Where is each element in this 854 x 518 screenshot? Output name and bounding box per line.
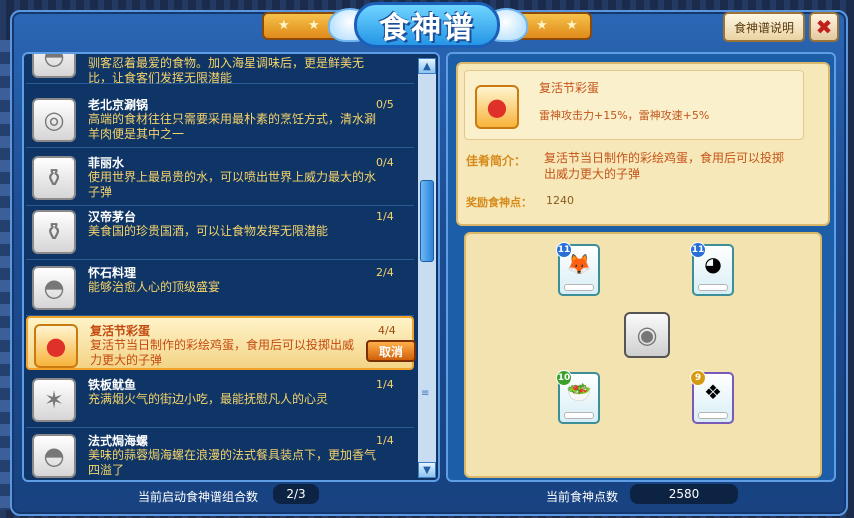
egg-plate-icon: ◉ [624,312,670,358]
recipe-desc: 使用世界上最昂贵的水，可以喷出世界上威力最大的水子弹 [88,170,377,199]
escargot-icon: ◓ [32,434,76,478]
recipe-item[interactable]: ◎ 老北京涮锅 0/5 高端的食材往往只需要采用最朴素的烹饪方式，清水涮羊肉便是… [26,92,414,148]
fox-food-icon: 🦊 [566,252,592,276]
recipe-name: 菲丽水 [88,156,125,170]
slot-bar [698,412,728,419]
slot-bar [698,284,728,291]
recipe-desc: 充满烟火气的街边小吃，最能抚慰凡人的心灵 [88,392,329,406]
title-banner: ★ ★ ★ ★ 食神谱 [262,2,592,50]
description-text: 复活节当日制作的彩绘鸡蛋，食用后可以投掷出威力更大的子弹 [544,151,785,181]
hotpot-icon: ◎ [32,98,76,142]
title-plate: 食神谱 [354,2,500,48]
close-button[interactable]: ✖ [809,12,839,42]
reward-points-label: 奖励食神点： [466,196,532,209]
description-label: 佳肴简介： [466,154,527,168]
recipe-count: 0/5 [376,98,394,111]
blue-creature-food-icon: ◕ [704,252,722,276]
recipe-desc: 能够治愈人心的顶级盛宴 [88,280,221,294]
recipe-detail-panel: ● 复活节彩蛋 雷神攻击力+15%，雷神攻速+5% 佳肴简介： 复活节当日制作的… [446,52,836,482]
star-icon: ★ [278,18,290,33]
recipe-item[interactable]: ◓ 怀石料理 2/4 能够治愈人心的顶级盛宴 [26,260,414,316]
recipe-desc: 复活节当日制作的彩绘鸡蛋，食用后可以投掷出威力更大的子弹 [90,338,355,367]
liquor-icon: ⚱ [32,210,76,254]
ingredient-combo-area: 11 🦊 11 ◕ ◉ 10 🥗 9 ❖ [464,232,822,478]
recipe-item-selected[interactable]: ● 复活节彩蛋 4/4 复活节当日制作的彩绘鸡蛋，食用后可以投掷出威力更大的子弹… [26,316,416,370]
recipe-list: ◓ 驯客忍着最爱的食物。加入海星调味后，更是鲜美无比，让食客们发挥无限潜能 ◎ … [24,54,416,480]
cancel-button[interactable]: 取消 [366,340,416,362]
ingredient-slot[interactable]: 11 ◕ [690,242,734,296]
squid-icon: ✶ [32,378,76,422]
detail-effect: 雷神攻击力+15%，雷神攻速+5% [539,109,710,122]
easter-egg-icon: ● [475,85,519,129]
list-scrollbar[interactable]: ▲ ≡ ▼ [418,58,436,478]
recipe-name: 法式焗海螺 [88,434,149,448]
detail-recipe-name: 复活节彩蛋 [539,81,600,95]
recipe-desc: 美味的蒜蓉焗海螺在浪漫的法式餐具装点下，更加香气四溢了 [88,448,377,477]
recipe-desc: 高端的食材往往只需要采用最朴素的烹饪方式，清水涮羊肉便是其中之一 [88,112,377,141]
easter-egg-icon: ● [34,324,78,368]
recipe-count: 1/4 [376,434,394,447]
active-combos-value: 2/3 [273,484,319,504]
recipe-name: 怀石料理 [88,266,137,280]
current-points-value: 2580 [630,484,738,504]
recipe-info-card: ● 复活节彩蛋 雷神攻击力+15%，雷神攻速+5% 佳肴简介： 复活节当日制作的… [456,62,830,226]
reward-points-value: 1240 [546,194,574,207]
recipe-item[interactable]: ✶ 铁板鱿鱼 1/4 充满烟火气的街边小吃，最能抚慰凡人的心灵 [26,372,414,428]
recipe-item[interactable]: ⚱ 菲丽水 0/4 使用世界上最昂贵的水，可以喷出世界上威力最大的水子弹 [26,150,414,206]
ingredient-slot[interactable]: 9 ❖ [690,370,734,424]
close-icon: ✖ [815,15,833,39]
water-bottle-icon: ⚱ [32,156,76,200]
slot-bar [564,284,594,291]
recipe-count: 2/4 [376,266,394,279]
scroll-down-icon[interactable]: ▼ [418,462,436,478]
star-icon: ★ [308,18,320,33]
recipe-desc: 美食国的珍贵国酒，可以让食物发挥无限潜能 [88,224,329,238]
bowl-icon: ◓ [32,54,76,78]
recipe-name: 老北京涮锅 [88,98,149,112]
recipe-count: 0/4 [376,156,394,169]
ingredient-slot[interactable]: 10 🥗 [556,370,600,424]
scroll-up-icon[interactable]: ▲ [418,58,436,74]
ingredient-slot[interactable]: 11 🦊 [556,242,600,296]
help-button[interactable]: 食神谱说明 [723,12,805,42]
current-points-label: 当前食神点数 [546,490,619,504]
recipe-desc: 驯客忍着最爱的食物。加入海星调味后，更是鲜美无比，让食客们发挥无限潜能 [88,56,365,85]
recipe-name: 铁板鱿鱼 [88,378,137,392]
recipe-name: 汉帝茅台 [88,210,137,224]
recipe-list-panel: ◓ 驯客忍着最爱的食物。加入海星调味后，更是鲜美无比，让食客们发挥无限潜能 ◎ … [22,52,440,482]
recipe-item[interactable]: ⚱ 汉帝茅台 1/4 美食国的珍贵国酒，可以让食物发挥无限潜能 [26,204,414,260]
recipe-count: 1/4 [376,378,394,391]
recipe-info-header: ● 复活节彩蛋 雷神攻击力+15%，雷神攻速+5% [464,70,804,140]
recipe-name: 复活节彩蛋 [90,324,151,338]
slot-bar [564,412,594,419]
recipe-count: 4/4 [378,324,396,337]
recipe-count: 1/4 [376,210,394,223]
kaiseki-icon: ◓ [32,266,76,310]
scroll-grip-icon: ≡ [421,388,430,399]
recipe-item[interactable]: ◓ 驯客忍着最爱的食物。加入海星调味后，更是鲜美无比，让食客们发挥无限潜能 [26,54,414,85]
star-icon: ★ [566,18,578,33]
salad-food-icon: 🥗 [566,380,592,404]
jelly-food-icon: ❖ [704,380,722,404]
star-icon: ★ [536,18,548,33]
page-title: 食神谱 [379,11,475,46]
scroll-thumb[interactable] [420,180,434,262]
active-combos-label: 当前启动食神谱组合数 [138,490,259,504]
recipe-item[interactable]: ◓ 法式焗海螺 1/4 美味的蒜蓉焗海螺在浪漫的法式餐具装点下，更加香气四溢了 [26,428,414,480]
